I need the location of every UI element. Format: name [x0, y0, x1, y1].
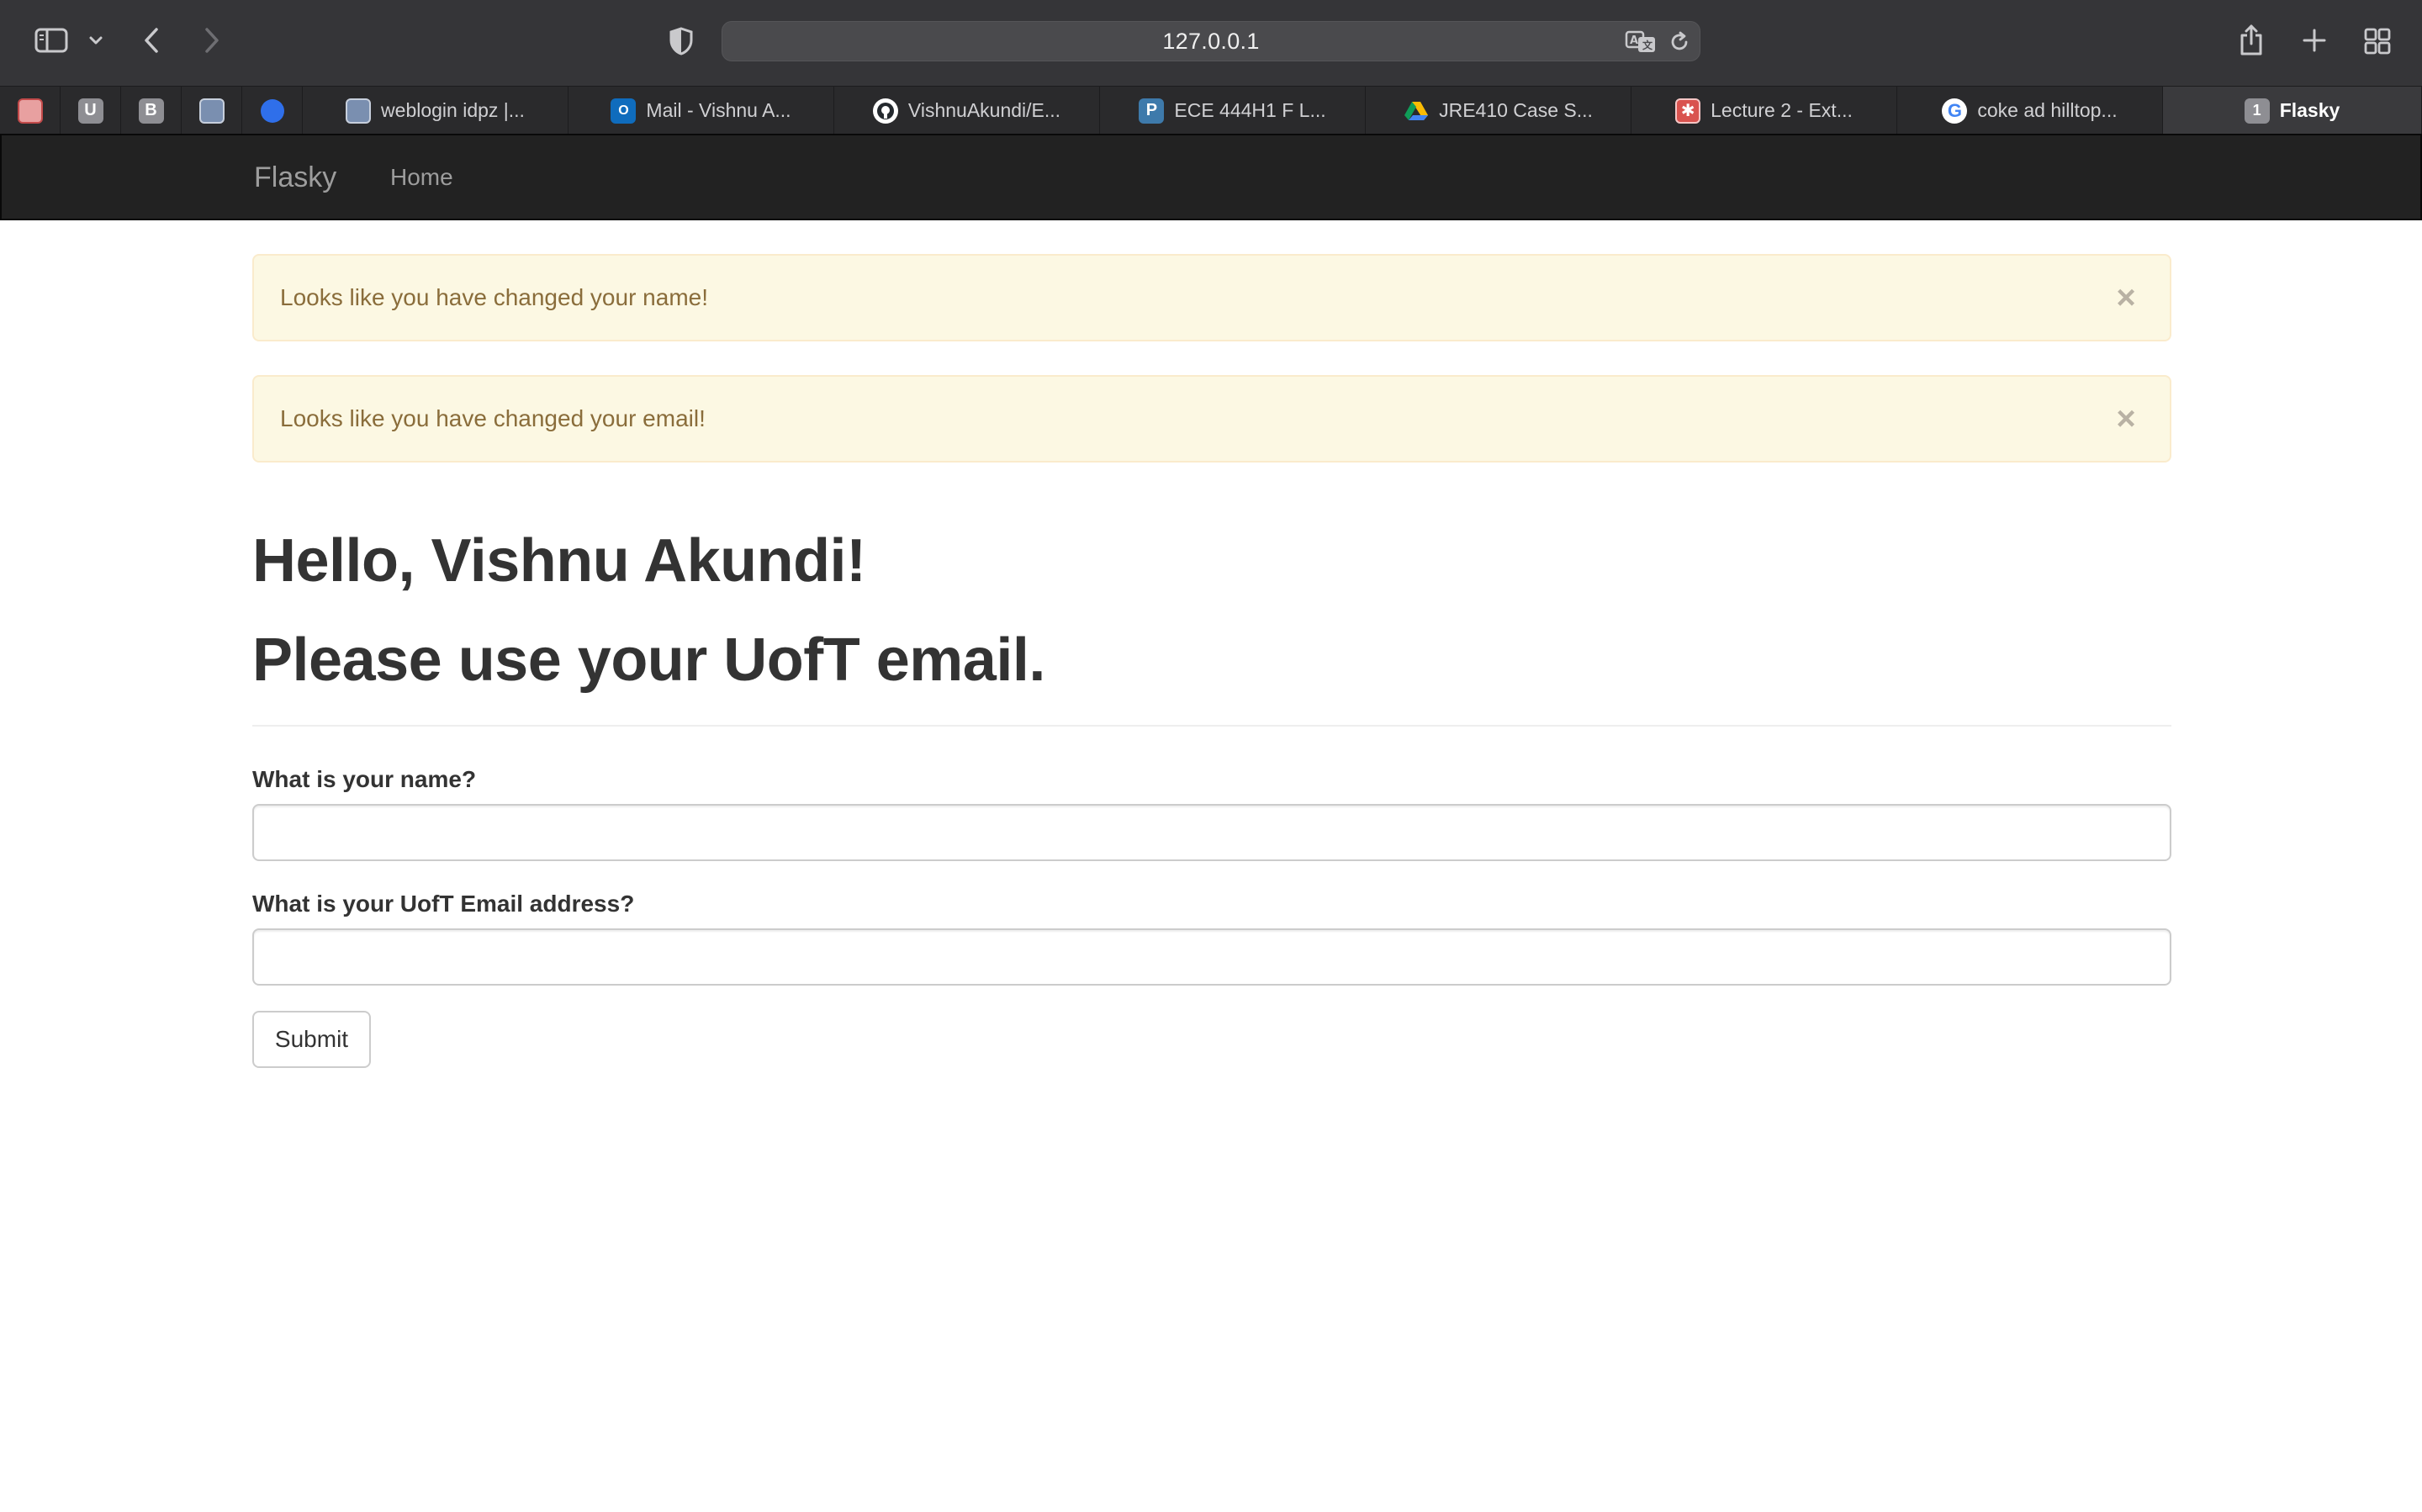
- piazza-icon: P: [1139, 98, 1165, 124]
- tab-label: ECE 444H1 F L...: [1174, 99, 1326, 121]
- alert-warning: Looks like you have changed your email! …: [252, 375, 2171, 463]
- google-drive-icon: [1404, 98, 1429, 124]
- navbar-brand[interactable]: Flasky: [254, 135, 336, 219]
- alert-warning: Looks like you have changed your name! ×: [252, 254, 2171, 341]
- share-icon[interactable]: [2237, 22, 2266, 59]
- pinned-tab-letter: B: [145, 101, 157, 119]
- forward-icon[interactable]: [198, 24, 225, 57]
- tab-drive[interactable]: JRE410 Case S...: [1366, 87, 1631, 135]
- tab-weblogin[interactable]: weblogin idpz |...: [303, 87, 568, 135]
- pinned-tab[interactable]: [242, 87, 303, 135]
- pinned-tab-letter: U: [84, 101, 97, 119]
- pinned-crest-icon: [198, 98, 225, 124]
- browser-toolbar: 127.0.0.1 A文: [0, 0, 2422, 86]
- google-icon: G: [1942, 98, 1968, 124]
- email-notice-heading: Please use your UofT email.: [252, 626, 1045, 694]
- tab-label: weblogin idpz |...: [381, 99, 525, 121]
- new-tab-icon[interactable]: [2299, 25, 2329, 56]
- pinned-u-icon: U: [77, 98, 103, 124]
- chevron-down-icon[interactable]: [84, 30, 108, 50]
- reload-icon[interactable]: [1666, 29, 1693, 56]
- tab-label: VishnuAkundi/E...: [907, 99, 1061, 121]
- address-bar[interactable]: 127.0.0.1 A文: [722, 21, 1700, 61]
- github-icon: [872, 98, 898, 124]
- pinned-tab[interactable]: [0, 87, 61, 135]
- svg-text:文: 文: [1642, 39, 1653, 51]
- email-input[interactable]: [252, 928, 2171, 986]
- tab-label: Mail - Vishnu A...: [646, 99, 791, 121]
- email-label: What is your UofT Email address?: [252, 891, 635, 917]
- tab-bar: U B weblogin idpz |... O Mail - Vishnu A…: [0, 86, 2422, 135]
- pinned-b-icon: B: [138, 98, 164, 124]
- pinned-tab[interactable]: [182, 87, 242, 135]
- translate-icon[interactable]: A文: [1624, 27, 1658, 57]
- back-icon[interactable]: [138, 24, 165, 57]
- tab-badge-icon: 1: [2244, 98, 2270, 124]
- alert-text: Looks like you have changed your name!: [280, 284, 708, 310]
- pinned-blue-circle-icon: [260, 98, 284, 123]
- tab-piazza[interactable]: P ECE 444H1 F L...: [1100, 87, 1366, 135]
- tab-github[interactable]: VishnuAkundi/E...: [834, 87, 1100, 135]
- sidebar-icon[interactable]: [32, 25, 71, 56]
- outlook-icon: O: [611, 98, 637, 124]
- tab-google[interactable]: G coke ad hilltop...: [1897, 87, 2163, 135]
- close-icon[interactable]: ×: [2107, 400, 2144, 437]
- svg-text:A: A: [1630, 34, 1638, 47]
- pinned-tab[interactable]: B: [121, 87, 182, 135]
- name-label: What is your name?: [252, 766, 477, 792]
- lecture-icon: ✱: [1675, 98, 1701, 124]
- name-input[interactable]: [252, 804, 2171, 861]
- tab-label: coke ad hilltop...: [1977, 99, 2118, 121]
- divider: [252, 725, 2171, 727]
- pinned-tab[interactable]: U: [61, 87, 121, 135]
- pinned-red-grid-icon: [17, 98, 43, 124]
- nav-link-home[interactable]: Home: [390, 135, 453, 219]
- url-text: 127.0.0.1: [1162, 28, 1260, 54]
- tab-lecture[interactable]: ✱ Lecture 2 - Ext...: [1631, 87, 1897, 135]
- uoft-crest-icon: [346, 98, 372, 124]
- tab-badge: 1: [2252, 102, 2261, 119]
- close-icon[interactable]: ×: [2107, 279, 2144, 316]
- privacy-shield-icon[interactable]: [666, 25, 696, 57]
- site-navbar: Flasky Home: [0, 134, 2422, 220]
- tab-flasky[interactable]: 1 Flasky: [2163, 87, 2422, 135]
- tab-overview-icon[interactable]: [2361, 25, 2393, 57]
- alert-text: Looks like you have changed your email!: [280, 405, 706, 431]
- tab-label: JRE410 Case S...: [1439, 99, 1593, 121]
- tab-label: Flasky: [2279, 99, 2340, 121]
- tab-label: Lecture 2 - Ext...: [1711, 99, 1853, 121]
- submit-button[interactable]: Submit: [252, 1011, 371, 1068]
- tab-mail[interactable]: O Mail - Vishnu A...: [568, 87, 834, 135]
- greeting-heading: Hello, Vishnu Akundi!: [252, 527, 866, 595]
